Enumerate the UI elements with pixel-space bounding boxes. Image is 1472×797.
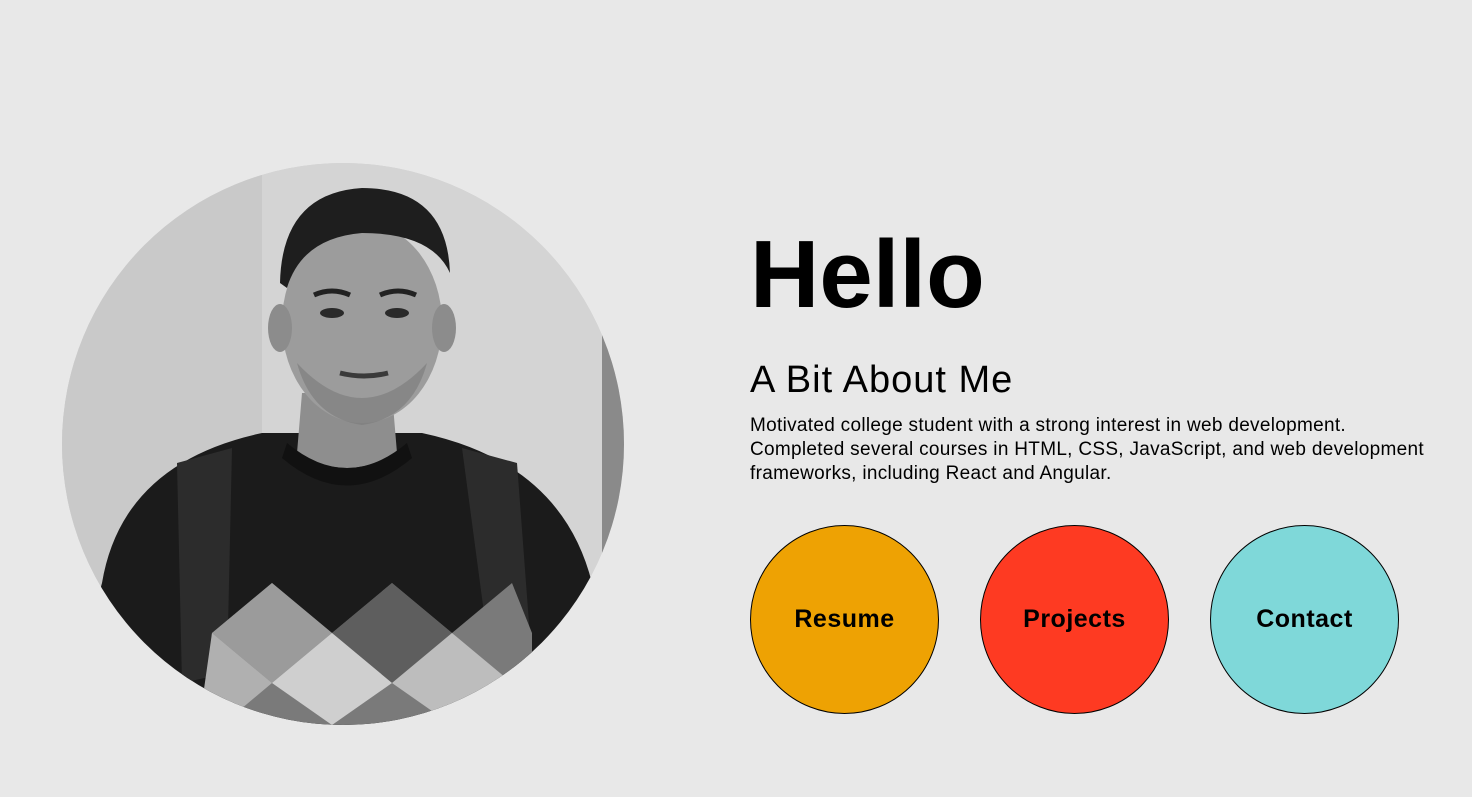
contact-button-label: Contact	[1256, 605, 1353, 633]
contact-button[interactable]: Contact	[1210, 525, 1399, 714]
person-portrait-icon	[62, 163, 624, 725]
greeting-heading: Hello	[750, 221, 985, 328]
projects-button-label: Projects	[1023, 605, 1126, 633]
page: Hello A Bit About Me Motivated college s…	[0, 0, 1472, 797]
about-subtitle: A Bit About Me	[750, 359, 1014, 401]
bio-text: Motivated college student with a strong …	[750, 415, 1424, 484]
about-section: Hello A Bit About Me Motivated college s…	[750, 220, 1450, 486]
profile-photo	[62, 163, 624, 725]
resume-button[interactable]: Resume	[750, 525, 939, 714]
projects-button[interactable]: Projects	[980, 525, 1169, 714]
resume-button-label: Resume	[794, 605, 895, 633]
nav-buttons: Resume Projects Contact	[750, 525, 1399, 714]
